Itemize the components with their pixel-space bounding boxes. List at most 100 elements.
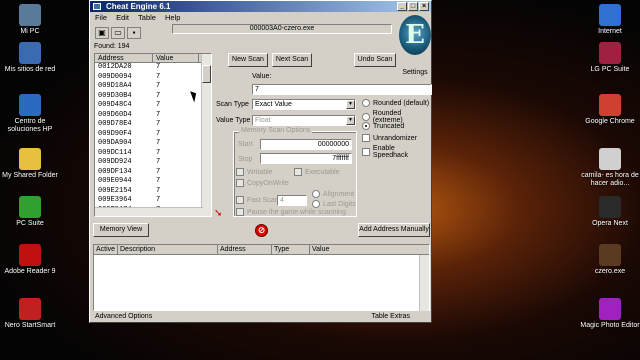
writable-checkbox[interactable]: Writable [236, 168, 273, 176]
settings-logo[interactable]: E Settings [395, 15, 435, 77]
address-list-scrollbar[interactable] [201, 54, 211, 216]
radio-rounded-default[interactable]: Rounded (default) [362, 99, 429, 107]
address-row[interactable]: 009D90F4 7 [95, 130, 211, 140]
chevron-down-icon: ▼ [346, 100, 355, 109]
address-cell: 009D90F4 [98, 129, 132, 138]
address-list-hscrollbar[interactable] [95, 207, 203, 216]
nero-icon [19, 298, 41, 320]
column-value[interactable]: Value [310, 245, 420, 254]
address-row[interactable]: 0012DA20 7 [95, 63, 211, 73]
address-cell: 009D60D4 [98, 110, 132, 119]
menu-file[interactable]: File [95, 12, 107, 23]
menu-edit[interactable]: Edit [116, 12, 129, 23]
menu-help[interactable]: Help [165, 12, 180, 23]
maximize-button[interactable]: □ [408, 2, 418, 11]
address-row[interactable]: 009DC114 7 [95, 149, 211, 159]
title-bar[interactable]: Cheat Engine 6.1 _ □ × [90, 1, 431, 12]
memory-view-button[interactable]: Memory View [93, 223, 149, 237]
executable-checkbox[interactable]: Executable [294, 168, 340, 176]
value-type-select[interactable]: Float ▼ [252, 115, 356, 126]
add-address-manually-button[interactable]: Add Address Manually [358, 223, 430, 237]
desktop-icon[interactable]: Opera Next [580, 196, 640, 228]
minimize-button[interactable]: _ [397, 2, 407, 11]
unrandomizer-checkbox[interactable]: Unrandomizer [362, 134, 417, 142]
menu-table[interactable]: Table [138, 12, 156, 23]
open-process-icon[interactable]: ▣ [95, 27, 109, 39]
column-active[interactable]: Active [94, 245, 118, 254]
fast-scan-value-input[interactable]: 4 [277, 195, 307, 206]
folder-icon [19, 148, 41, 170]
address-row[interactable]: 009DA904 7 [95, 139, 211, 149]
add-to-list-arrow-icon[interactable]: ➘ [214, 209, 226, 221]
pause-game-checkbox[interactable]: Pause the game while scanning [236, 208, 346, 216]
desktop-icon[interactable]: Google Chrome [580, 94, 640, 126]
desktop-icon-label: Mis sitios de red [4, 66, 56, 73]
radio-selected-icon [362, 122, 370, 130]
address-list[interactable]: Address Value 0012DA20 7 009D0094 7 009D18A4… [94, 53, 212, 217]
cheat-table-scrollbar[interactable] [419, 255, 429, 311]
desktop-icon[interactable]: Mi PC [0, 4, 60, 36]
address-cell: 009E3964 [98, 196, 132, 204]
column-address[interactable]: Address [95, 54, 153, 62]
address-row[interactable]: 009DF134 7 [95, 168, 211, 178]
speedhack-checkbox[interactable]: Enable Speedhack [362, 145, 431, 159]
desktop-icon[interactable]: My Shared Folder [0, 148, 60, 180]
menu-bar: File Edit Table Help [90, 12, 431, 23]
start-label: Start [238, 141, 253, 148]
stop-icon[interactable]: ⊘ [255, 224, 268, 237]
desktop-icon[interactable]: Mis sitios de red [0, 42, 60, 74]
fast-scan-checkbox[interactable]: Fast Scan [236, 196, 279, 204]
internet-icon [599, 4, 621, 26]
value-cell: 7 [156, 196, 161, 204]
address-row[interactable]: 009E0944 7 [95, 177, 211, 187]
desktop-icon[interactable]: Nero StartSmart [0, 298, 60, 330]
radio-alignment[interactable]: Alignment [312, 190, 354, 198]
desktop-icon[interactable]: Centro de soluciones HP [0, 94, 60, 134]
address-row[interactable]: 009D0094 7 [95, 73, 211, 83]
checkbox-icon [236, 168, 244, 176]
adobe-reader-icon [19, 244, 41, 266]
scan-type-select[interactable]: Exact Value ▼ [252, 99, 356, 110]
radio-icon [312, 190, 320, 198]
table-extras-link[interactable]: Table Extras [371, 312, 410, 322]
value-cell: 7 [156, 139, 161, 147]
undo-scan-button[interactable]: Undo Scan [354, 53, 396, 67]
address-row[interactable]: 009D78E4 7 [95, 120, 211, 130]
desktop-icon[interactable]: LG PC Suite [580, 42, 640, 74]
start-address-input[interactable]: 00000000 [260, 139, 352, 150]
desktop-icon[interactable]: camila- es hora de hacer adio... [580, 148, 640, 188]
scroll-thumb[interactable] [202, 65, 211, 83]
radio-truncated[interactable]: Truncated [362, 122, 404, 130]
desktop-icon[interactable]: Adobe Reader 9 [0, 244, 60, 276]
stop-address-input[interactable]: 7fffffff [260, 153, 352, 164]
value-cell: 7 [156, 72, 161, 81]
address-row[interactable]: 009E3964 7 [95, 196, 211, 206]
chrome-icon [599, 94, 621, 116]
opera-icon [599, 196, 621, 218]
desktop-icon[interactable]: Magic Photo Editor [580, 298, 640, 330]
desktop-icon[interactable]: czero.exe [580, 244, 640, 276]
address-row[interactable]: 009E2154 7 [95, 187, 211, 197]
new-scan-button[interactable]: New Scan [228, 53, 268, 67]
value-input[interactable]: 7 [252, 84, 432, 95]
address-row[interactable]: 009D60D4 7 [95, 111, 211, 121]
chevron-down-icon: ▼ [346, 116, 355, 125]
column-value[interactable]: Value [153, 54, 199, 62]
copyonwrite-checkbox[interactable]: CopyOnWrite [236, 179, 289, 187]
address-row[interactable]: 009DD924 7 [95, 158, 211, 168]
next-scan-button[interactable]: Next Scan [272, 53, 312, 67]
open-file-icon[interactable]: ▭ [111, 27, 125, 39]
radio-last-digits[interactable]: Last Digits [312, 200, 356, 208]
column-address[interactable]: Address [218, 245, 272, 254]
value-cell: 7 [156, 177, 161, 185]
column-type[interactable]: Type [272, 245, 310, 254]
desktop-icon[interactable]: Internet [580, 4, 640, 36]
advanced-options-link[interactable]: Advanced Options [95, 312, 152, 322]
desktop-icon[interactable]: PC Suite [0, 196, 60, 228]
cheat-table[interactable]: Active Description Address Type Value [93, 244, 430, 311]
close-button[interactable]: × [419, 2, 429, 11]
save-icon[interactable]: ▪ [127, 27, 141, 39]
value-cell: 7 [156, 110, 161, 119]
address-cell: 009D0094 [98, 72, 132, 81]
column-description[interactable]: Description [118, 245, 218, 254]
